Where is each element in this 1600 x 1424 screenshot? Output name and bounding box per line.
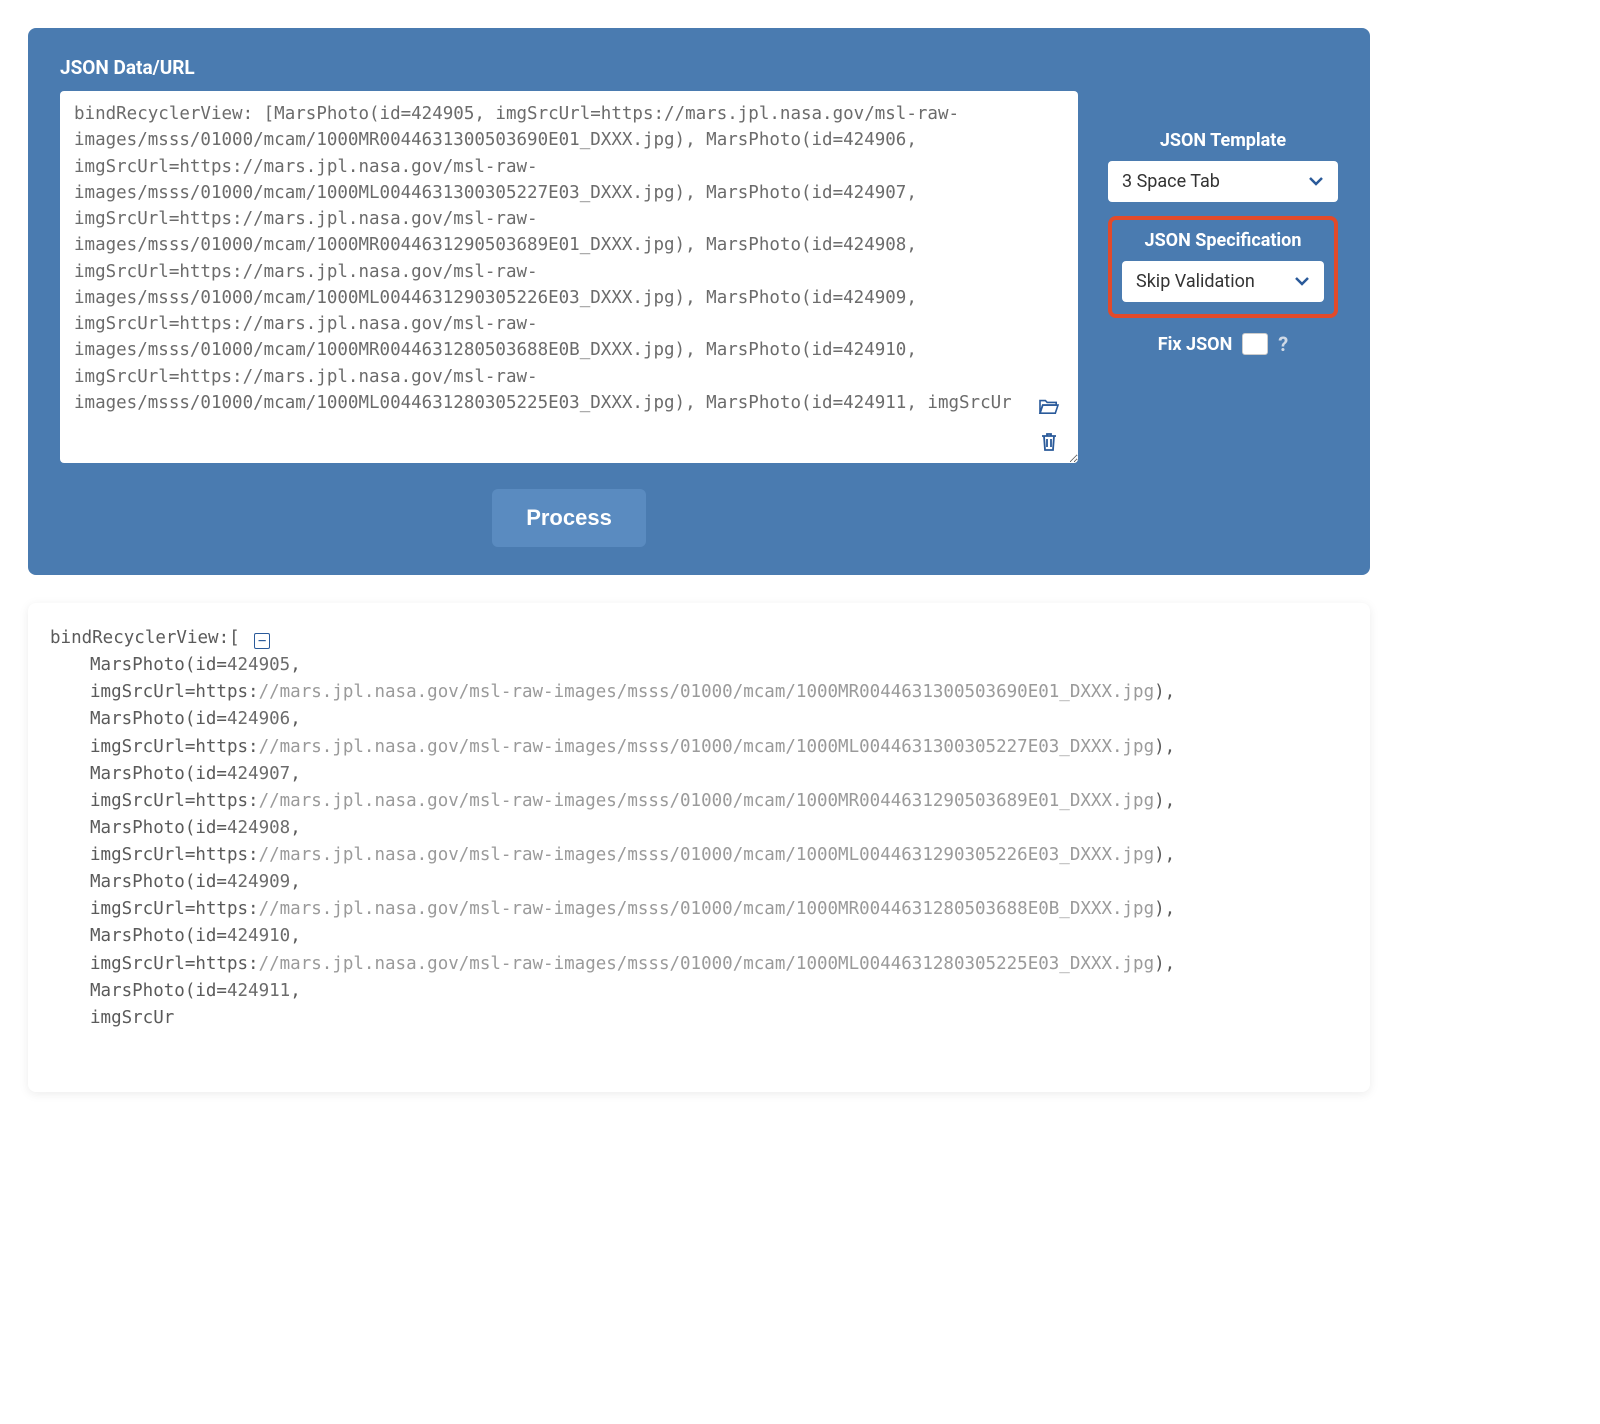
output-panel: bindRecyclerView:[ − MarsPhoto(id=424905…: [28, 603, 1370, 1092]
help-icon[interactable]: ?: [1278, 332, 1288, 356]
template-label: JSON Template: [1108, 130, 1338, 151]
process-button[interactable]: Process: [492, 489, 646, 547]
spec-highlight-box: JSON Specification Skip Validation: [1108, 216, 1338, 318]
fix-json-row: Fix JSON ?: [1108, 332, 1338, 356]
input-panel: JSON Data/URL: [28, 28, 1370, 575]
collapse-toggle-icon[interactable]: −: [254, 633, 270, 649]
textarea-action-icons: [1038, 395, 1060, 453]
spec-label: JSON Specification: [1122, 230, 1324, 251]
fix-json-checkbox[interactable]: [1242, 333, 1268, 355]
template-select-value: 3 Space Tab: [1122, 171, 1220, 192]
input-left-column: JSON Data/URL: [60, 56, 1078, 547]
trash-icon[interactable]: [1038, 431, 1060, 453]
fix-json-label: Fix JSON: [1158, 334, 1233, 355]
template-select[interactable]: 3 Space Tab: [1108, 161, 1338, 202]
chevron-down-icon: [1308, 171, 1324, 192]
textarea-wrap: [60, 91, 1078, 467]
chevron-down-icon: [1294, 271, 1310, 292]
spec-select[interactable]: Skip Validation: [1122, 261, 1324, 302]
open-file-icon[interactable]: [1038, 395, 1060, 417]
spec-select-value: Skip Validation: [1136, 271, 1255, 292]
panel-title: JSON Data/URL: [60, 56, 1078, 79]
sidebar-column: JSON Template 3 Space Tab JSON Specifica…: [1108, 56, 1338, 356]
json-input-textarea[interactable]: [60, 91, 1078, 463]
